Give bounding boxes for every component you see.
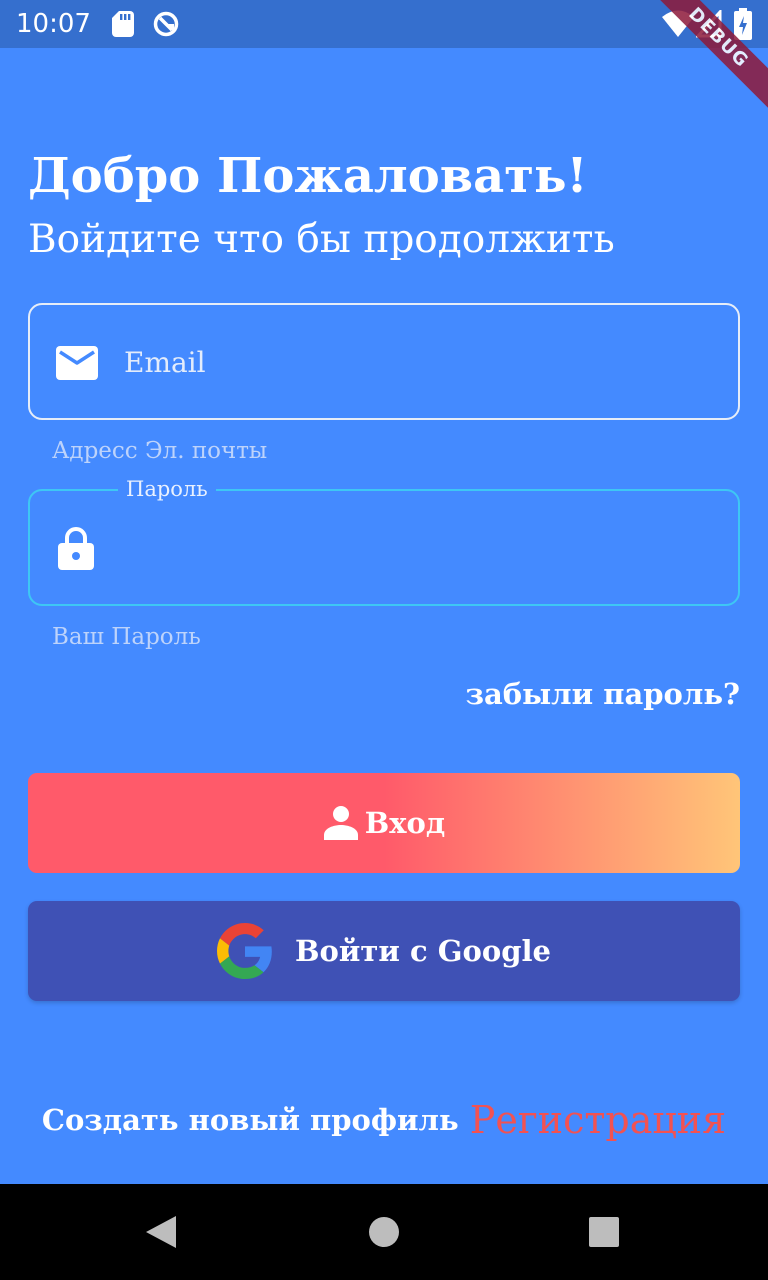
status-time: 10:07 bbox=[16, 9, 91, 39]
email-helper-text: Адресс Эл. почты bbox=[52, 438, 268, 464]
login-button-label: Вход bbox=[364, 806, 446, 840]
navigation-bar bbox=[0, 1184, 768, 1280]
password-label: Пароль bbox=[118, 475, 216, 503]
register-link[interactable]: Регистрация bbox=[470, 1098, 726, 1142]
lock-icon bbox=[58, 527, 94, 570]
battery-icon bbox=[734, 8, 752, 40]
welcome-title: Добро Пожаловать! bbox=[28, 148, 588, 204]
email-input[interactable] bbox=[124, 335, 704, 389]
google-signin-button[interactable]: Войти с Google bbox=[28, 901, 740, 1001]
google-icon bbox=[217, 923, 272, 979]
password-helper-text: Ваш Пароль bbox=[52, 624, 201, 650]
login-button[interactable]: Вход bbox=[28, 773, 740, 873]
home-icon[interactable] bbox=[368, 1216, 400, 1248]
register-prompt: Создать новый профиль bbox=[41, 1103, 459, 1137]
sd-card-icon bbox=[112, 11, 134, 37]
google-button-label: Войти с Google bbox=[295, 934, 551, 968]
password-input[interactable] bbox=[124, 521, 704, 575]
sync-icon bbox=[153, 11, 179, 37]
welcome-subtitle: Войдите что бы продолжить bbox=[28, 217, 615, 262]
back-icon[interactable] bbox=[144, 1215, 178, 1249]
status-bar: 10:07 bbox=[0, 0, 768, 48]
person-icon bbox=[323, 806, 358, 840]
email-field[interactable] bbox=[28, 303, 740, 420]
mail-icon bbox=[56, 346, 98, 380]
register-row: Создать новый профиль Регистрация bbox=[0, 1098, 768, 1142]
password-field[interactable]: Пароль bbox=[28, 475, 740, 606]
recents-icon[interactable] bbox=[588, 1216, 620, 1248]
forgot-password-link[interactable]: забыли пароль? bbox=[465, 674, 740, 714]
